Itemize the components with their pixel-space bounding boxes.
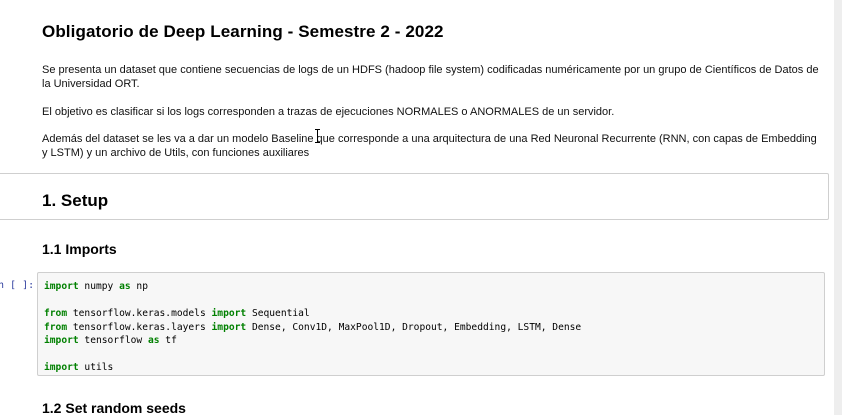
section-heading-random-seeds: 1.2 Set random seeds (42, 400, 186, 415)
code-cell-imports[interactable]: import numpy as np from tensorflow.keras.… (37, 272, 825, 376)
code-line: import utils (44, 362, 114, 373)
section-heading-setup: 1. Setup (42, 191, 109, 210)
intro-paragraph-dataset: Se presenta un dataset que contiene secu… (42, 64, 819, 90)
section-heading-imports: 1.1 Imports (42, 241, 117, 257)
page-scrollbar[interactable] (834, 0, 842, 415)
code-line: from tensorflow.keras.models import Sequ… (44, 308, 310, 319)
code-line: from tensorflow.keras.layers import Dens… (44, 321, 582, 333)
text-cursor-icon (315, 129, 320, 143)
intro-paragraph-baseline: Además del dataset se les va a dar un mo… (42, 133, 817, 159)
setup-heading-cell[interactable]: 1. Setup (0, 173, 829, 220)
notebook-title: Obligatorio de Deep Learning - Semestre … (42, 22, 444, 41)
notebook-area: Obligatorio de Deep Learning - Semestre … (0, 0, 834, 415)
code-line: import numpy as np (44, 281, 148, 292)
input-prompt: n [ ]: (0, 280, 35, 291)
code-line: import tensorflow as tf (44, 335, 177, 346)
intro-paragraph-objective: El objetivo es clasificar si los logs co… (42, 106, 615, 118)
code-editor[interactable]: import numpy as np from tensorflow.keras.… (44, 280, 581, 375)
